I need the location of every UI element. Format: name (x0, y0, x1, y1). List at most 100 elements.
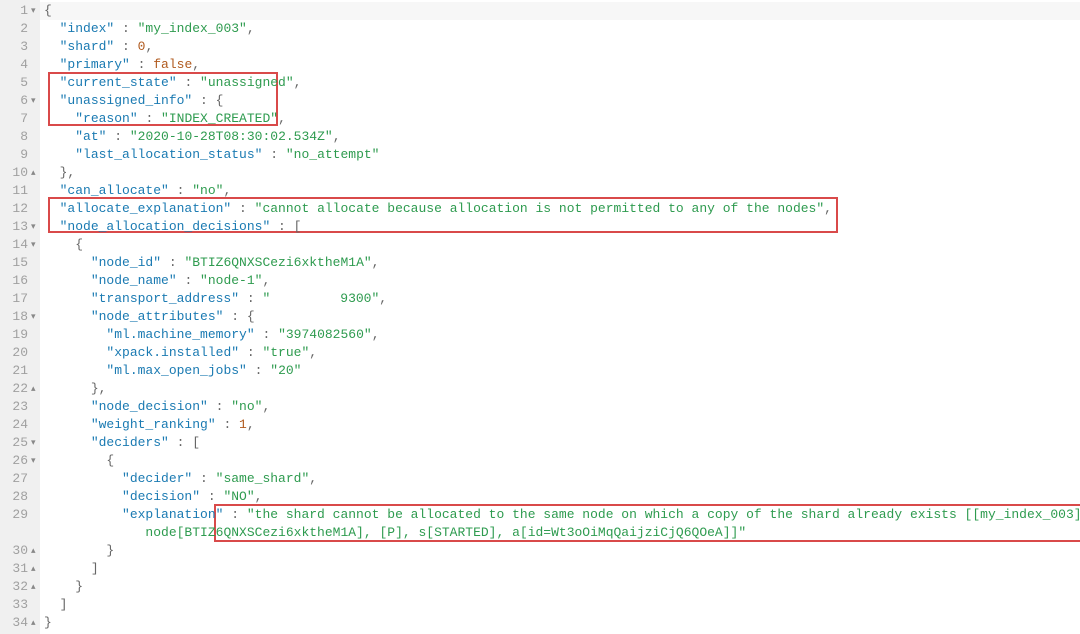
fold-toggle (31, 398, 37, 416)
line-number: 25 (6, 434, 28, 452)
line-number: 22 (6, 380, 28, 398)
line-number: 16 (6, 272, 28, 290)
line-number: 13 (6, 218, 28, 236)
line-number: 32 (6, 578, 28, 596)
fold-toggle (31, 524, 37, 542)
fold-toggle (31, 506, 37, 524)
code-line: { (44, 236, 1080, 254)
fold-toggle[interactable]: ▴ (31, 380, 37, 398)
line-number: 3 (6, 38, 28, 56)
fold-toggle[interactable]: ▴ (31, 164, 37, 182)
line-number: 27 (6, 470, 28, 488)
line-number: 34 (6, 614, 28, 632)
fold-toggle[interactable]: ▴ (31, 560, 37, 578)
code-line: "node_name" : "node-1", (44, 272, 1080, 290)
fold-toggle (31, 488, 37, 506)
code-line: "reason" : "INDEX_CREATED", (44, 110, 1080, 128)
code-line: "node_attributes" : { (44, 308, 1080, 326)
fold-toggle (31, 56, 37, 74)
code-line: "ml.machine_memory" : "3974082560", (44, 326, 1080, 344)
line-number: 4 (6, 56, 28, 74)
code-line: "ml.max_open_jobs" : "20" (44, 362, 1080, 380)
line-number: 21 (6, 362, 28, 380)
fold-toggle (31, 128, 37, 146)
line-number: 11 (6, 182, 28, 200)
code-line: } (44, 614, 1080, 632)
code-line: "node_id" : "BTIZ6QNXSCezi6xktheM1A", (44, 254, 1080, 272)
fold-toggle (31, 416, 37, 434)
fold-toggle[interactable]: ▾ (31, 236, 37, 254)
fold-toggle (31, 74, 37, 92)
code-line: "can_allocate" : "no", (44, 182, 1080, 200)
code-line: "index" : "my_index_003", (44, 20, 1080, 38)
fold-toggle[interactable]: ▾ (31, 452, 37, 470)
redacted-ip (270, 292, 340, 306)
code-line: "deciders" : [ (44, 434, 1080, 452)
fold-column[interactable]: ▾▾▴▾▾▾▴▾▾▴▴▴▴ (30, 0, 40, 634)
fold-toggle[interactable]: ▾ (31, 308, 37, 326)
fold-toggle (31, 470, 37, 488)
fold-toggle (31, 326, 37, 344)
line-number: 24 (6, 416, 28, 434)
code-line: "last_allocation_status" : "no_attempt" (44, 146, 1080, 164)
line-number (6, 524, 28, 542)
fold-toggle (31, 38, 37, 56)
line-number: 33 (6, 596, 28, 614)
fold-toggle[interactable]: ▾ (31, 218, 37, 236)
code-line: "explanation" : "the shard cannot be all… (44, 506, 1080, 524)
code-line: ] (44, 560, 1080, 578)
code-line: "shard" : 0, (44, 38, 1080, 56)
fold-toggle (31, 272, 37, 290)
fold-toggle (31, 182, 37, 200)
code-line: "allocate_explanation" : "cannot allocat… (44, 200, 1080, 218)
line-number: 20 (6, 344, 28, 362)
line-number: 12 (6, 200, 28, 218)
fold-toggle (31, 596, 37, 614)
line-number: 10 (6, 164, 28, 182)
code-line: "primary" : false, (44, 56, 1080, 74)
fold-toggle (31, 20, 37, 38)
code-line: { (44, 2, 1080, 20)
line-number: 17 (6, 290, 28, 308)
code-line: } (44, 578, 1080, 596)
fold-toggle (31, 254, 37, 272)
code-line: "current_state" : "unassigned", (44, 74, 1080, 92)
fold-toggle[interactable]: ▾ (31, 92, 37, 110)
fold-toggle (31, 146, 37, 164)
line-number: 7 (6, 110, 28, 128)
line-number: 31 (6, 560, 28, 578)
fold-toggle[interactable]: ▴ (31, 578, 37, 596)
fold-toggle[interactable]: ▴ (31, 542, 37, 560)
line-number: 28 (6, 488, 28, 506)
line-number: 8 (6, 128, 28, 146)
line-number: 2 (6, 20, 28, 38)
code-line: "at" : "2020-10-28T08:30:02.534Z", (44, 128, 1080, 146)
code-line: "xpack.installed" : "true", (44, 344, 1080, 362)
fold-toggle (31, 362, 37, 380)
code-line: "unassigned_info" : { (44, 92, 1080, 110)
line-number: 18 (6, 308, 28, 326)
code-line: "node_decision" : "no", (44, 398, 1080, 416)
code-line: { (44, 452, 1080, 470)
code-line: }, (44, 164, 1080, 182)
fold-toggle (31, 344, 37, 362)
fold-toggle (31, 110, 37, 128)
line-number-gutter: 1234567891011121314151617181920212223242… (0, 0, 30, 634)
line-number: 19 (6, 326, 28, 344)
line-number: 15 (6, 254, 28, 272)
line-number: 30 (6, 542, 28, 560)
code-line: "transport_address" : "9300", (44, 290, 1080, 308)
fold-toggle[interactable]: ▴ (31, 614, 37, 632)
code-area[interactable]: { "index" : "my_index_003", "shard" : 0,… (40, 0, 1080, 634)
line-number: 5 (6, 74, 28, 92)
code-line: } (44, 542, 1080, 560)
code-line: "node_allocation_decisions" : [ (44, 218, 1080, 236)
code-line: "decider" : "same_shard", (44, 470, 1080, 488)
code-line: "decision" : "NO", (44, 488, 1080, 506)
fold-toggle (31, 200, 37, 218)
line-number: 26 (6, 452, 28, 470)
fold-toggle[interactable]: ▾ (31, 2, 37, 20)
line-number: 23 (6, 398, 28, 416)
fold-toggle[interactable]: ▾ (31, 434, 37, 452)
code-line: "weight_ranking" : 1, (44, 416, 1080, 434)
